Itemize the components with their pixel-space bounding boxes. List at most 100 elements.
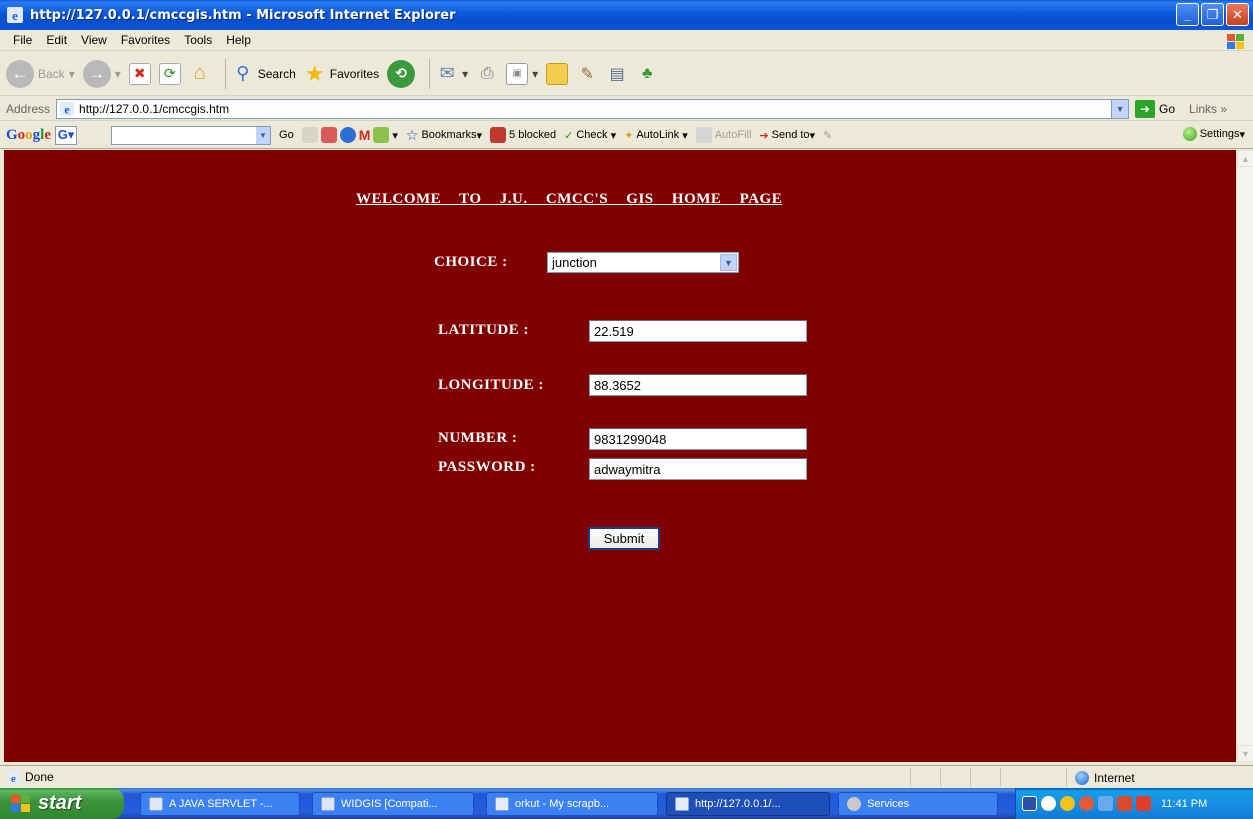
- taskbar-item-widgis[interactable]: WIDGIS [Compati...: [312, 792, 474, 816]
- google-search-input[interactable]: ▼: [111, 125, 272, 145]
- back-button[interactable]: ← Back ▾: [6, 59, 75, 88]
- history-icon: ⟲: [387, 59, 416, 88]
- network-status-icon[interactable]: [1117, 796, 1132, 811]
- choice-select[interactable]: junction ▼: [547, 252, 739, 273]
- folder-button[interactable]: [546, 62, 569, 85]
- address-input[interactable]: e http://127.0.0.1/cmccgis.htm ▼: [56, 98, 1130, 119]
- google-menu-button[interactable]: G▾: [55, 125, 78, 145]
- antivirus-icon[interactable]: [1079, 796, 1094, 811]
- svg-text:e: e: [64, 102, 70, 116]
- search-icon: ⚲: [236, 63, 250, 83]
- scroll-down-icon[interactable]: ▼: [1237, 745, 1253, 762]
- taskbar-item-orkut[interactable]: orkut - My scrapb...: [486, 792, 658, 816]
- spell-check-icon: ✓: [564, 129, 574, 142]
- forward-button[interactable]: → ▾: [82, 59, 121, 88]
- history-button[interactable]: ⟲: [387, 59, 416, 88]
- stop-icon: ✖: [128, 62, 151, 85]
- password-input[interactable]: adwaymitra: [589, 458, 807, 480]
- word-document-icon: [321, 797, 335, 811]
- mail-icon: ✉: [439, 63, 455, 83]
- edit-button[interactable]: ▣ ▾: [506, 62, 538, 85]
- start-button[interactable]: start: [0, 788, 124, 819]
- longitude-input[interactable]: 88.3652: [589, 374, 807, 396]
- mail-button[interactable]: ✉ ▾: [436, 63, 469, 85]
- send-to-button[interactable]: ➔ Send to ▾: [759, 129, 815, 142]
- go-button[interactable]: ➔ Go: [1135, 99, 1175, 118]
- stop-button[interactable]: ✖: [128, 62, 151, 85]
- mail-dropdown-icon: ▾: [462, 66, 469, 81]
- minimize-button[interactable]: _: [1176, 3, 1199, 26]
- highlight-button[interactable]: ✎: [823, 129, 832, 142]
- menu-view[interactable]: View: [74, 33, 114, 47]
- vertical-scrollbar[interactable]: ▲ ▼: [1236, 150, 1253, 762]
- choice-selected-value: junction: [552, 255, 597, 270]
- internet-globe-icon: [1075, 770, 1089, 785]
- network-icon[interactable]: [1098, 796, 1113, 811]
- autofill-button[interactable]: AutoFill: [695, 127, 751, 143]
- research-button[interactable]: ✎: [576, 63, 598, 85]
- help-icon[interactable]: [1022, 796, 1037, 811]
- refresh-button[interactable]: ⟳: [158, 62, 181, 85]
- taskbar-item-java-servlet[interactable]: A JAVA SERVLET -...: [140, 792, 300, 816]
- puzzle-icon: [373, 127, 390, 143]
- restore-button[interactable]: ❐: [1201, 3, 1224, 26]
- google-search-dropdown-icon[interactable]: ▼: [256, 126, 271, 144]
- links-button[interactable]: Links »: [1189, 102, 1227, 116]
- messenger-button[interactable]: ♣: [636, 63, 658, 85]
- toolbar-separator: [224, 58, 226, 89]
- scroll-up-icon[interactable]: ▲: [1237, 150, 1253, 167]
- popup-blocker-icon: [490, 127, 507, 143]
- window-title: http://127.0.0.1/cmccgis.htm - Microsoft…: [30, 7, 456, 23]
- messenger-log-button[interactable]: ▤: [606, 63, 628, 85]
- number-input[interactable]: 9831299048: [589, 428, 807, 450]
- star-icon: ★: [304, 60, 325, 86]
- google-go-button[interactable]: Go: [279, 129, 294, 141]
- status-panel: [970, 767, 1000, 787]
- edit-icon: ▣: [506, 62, 529, 85]
- security-shield-icon[interactable]: [1060, 796, 1075, 811]
- submit-button[interactable]: Submit: [588, 527, 660, 550]
- close-button[interactable]: ✕: [1226, 3, 1249, 26]
- google-shortcuts[interactable]: M ▾: [301, 127, 398, 143]
- ie-window-icon: [495, 797, 509, 811]
- research-icon: ✎: [580, 65, 594, 83]
- address-dropdown-icon[interactable]: ▼: [1111, 99, 1129, 118]
- menu-favorites[interactable]: Favorites: [114, 33, 177, 47]
- favorites-button[interactable]: ★ Favorites: [304, 60, 379, 86]
- latitude-label: LATITUDE :: [438, 322, 529, 338]
- menu-file[interactable]: File: [6, 33, 39, 47]
- google-logo: Google: [6, 126, 52, 143]
- popup-blocker-button[interactable]: 5 blocked: [490, 127, 556, 143]
- security-zone[interactable]: Internet: [1066, 768, 1135, 787]
- search-button[interactable]: ⚲ Search: [232, 63, 296, 85]
- address-url: http://127.0.0.1/cmccgis.htm: [79, 101, 230, 116]
- print-button[interactable]: ⎙: [476, 63, 498, 85]
- web-page: WELCOME TO J.U. CMCC'S GIS HOME PAGE CHO…: [4, 150, 1236, 762]
- spell-check-button[interactable]: ✓ Check ▾: [564, 129, 616, 142]
- status-panel: [1000, 767, 1030, 787]
- longitude-value: 88.3652: [594, 377, 641, 393]
- windows-logo-icon: [1227, 34, 1244, 49]
- autolink-icon: ✦: [624, 129, 634, 142]
- latitude-value: 22.519: [594, 323, 634, 339]
- menu-tools[interactable]: Tools: [177, 33, 219, 47]
- taskbar-item-cmccgis[interactable]: http://127.0.0.1/...: [666, 792, 830, 816]
- bookmarks-button[interactable]: ☆ Bookmarks ▾: [406, 127, 482, 144]
- folder-icon: [546, 62, 569, 85]
- forward-dropdown-icon: ▾: [114, 66, 121, 81]
- latitude-input[interactable]: 22.519: [589, 320, 807, 342]
- menu-help[interactable]: Help: [219, 33, 258, 47]
- choice-dropdown-icon[interactable]: ▼: [720, 254, 737, 271]
- autolink-button[interactable]: ✦ AutoLink ▾: [624, 129, 688, 142]
- system-tray: 11:41 PM: [1015, 788, 1253, 819]
- status-panel: [910, 767, 940, 787]
- word-document-icon: [149, 797, 163, 811]
- tray-expand-icon[interactable]: [1041, 796, 1056, 811]
- home-button[interactable]: ⌂: [189, 62, 211, 85]
- settings-status-icon: [1182, 127, 1197, 141]
- taskbar-item-services[interactable]: Services: [838, 792, 998, 816]
- clock: 11:41 PM: [1161, 797, 1208, 810]
- menu-edit[interactable]: Edit: [39, 33, 74, 47]
- google-settings-button[interactable]: Settings ▾: [1182, 127, 1245, 141]
- tray-app-icon[interactable]: [1136, 796, 1151, 811]
